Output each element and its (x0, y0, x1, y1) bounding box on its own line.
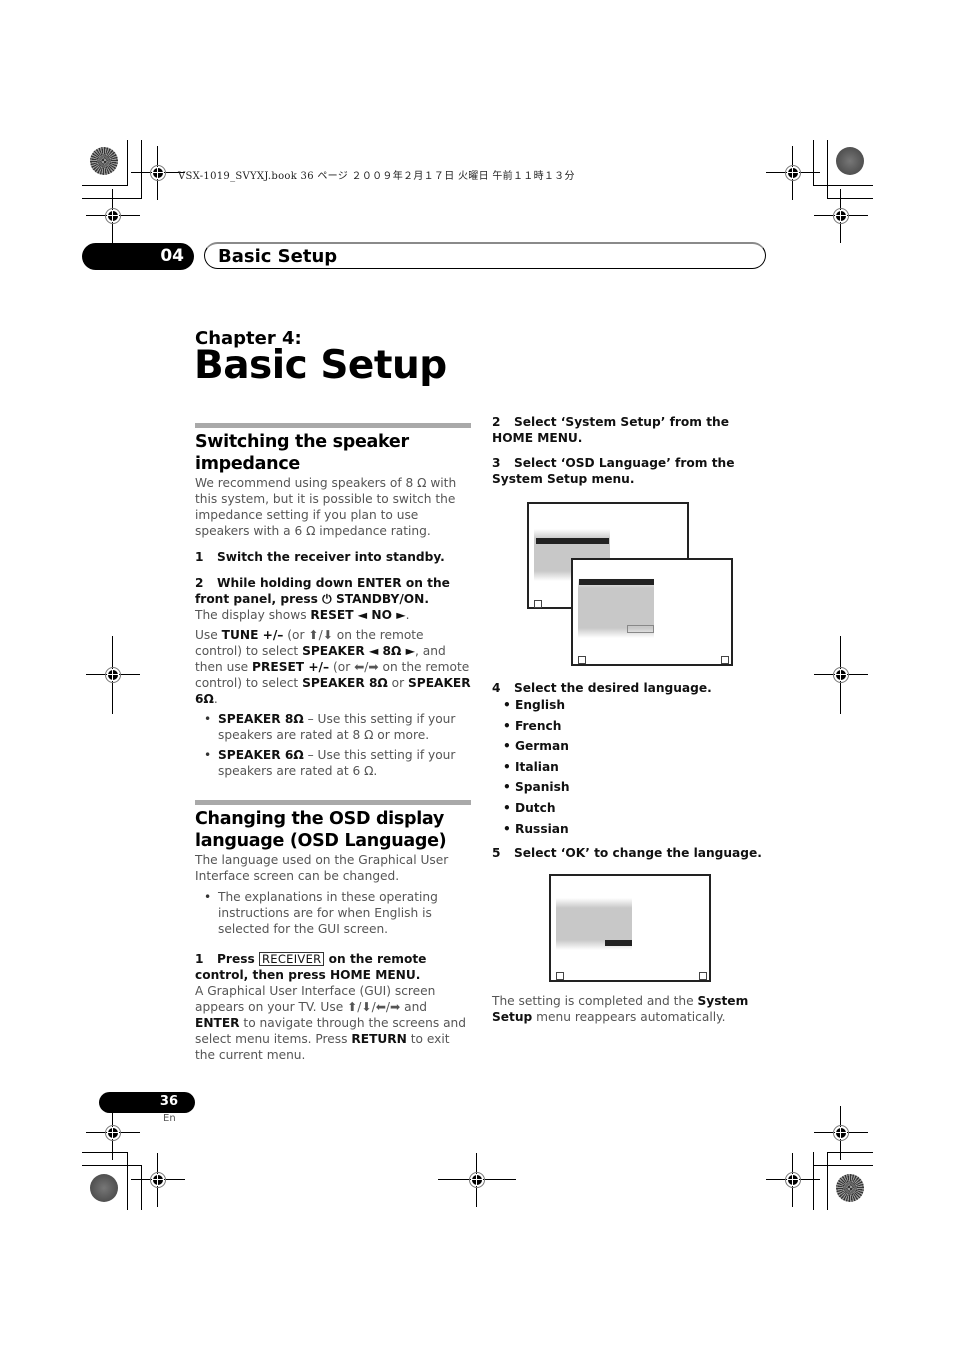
return-icon (699, 972, 707, 980)
crop-mark (141, 140, 142, 199)
registration-mark-icon (86, 636, 140, 714)
language-steps: 4Select the desired language. English Fr… (492, 680, 768, 861)
section-heading-impedance: Switching the speaker impedance (195, 432, 409, 474)
registration-mark-icon (814, 636, 868, 714)
right-column: 2 Select ‘System Setup’ from the HOME MEN… (492, 414, 768, 487)
bullet-speaker-6: SPEAKER 6Ω – Use this setting if your sp… (195, 747, 471, 779)
bullet-speaker-8: SPEAKER 8Ω – Use this setting if your sp… (195, 711, 471, 743)
page-language: En (163, 1113, 176, 1124)
registration-mark-icon (86, 189, 140, 243)
color-target-icon (836, 1174, 864, 1202)
section-heading-osd: Changing the OSD display language (OSD L… (195, 809, 447, 851)
registration-mark-icon (766, 1153, 820, 1207)
crop-mark (813, 1165, 873, 1166)
speaker-select-instructions: Use TUNE +/– (or ⬆/⬇ on the remote contr… (195, 628, 471, 706)
color-target-icon (90, 1174, 118, 1202)
chapter-number-tab: 04 (82, 243, 194, 270)
osd-step-5: 5 Select ‘OK’ to change the language. (492, 846, 762, 861)
crop-mark (82, 1165, 142, 1166)
crop-mark (141, 1165, 142, 1210)
crop-mark (82, 185, 128, 186)
language-selection-bar (579, 579, 654, 585)
gui-screen-osd-language-illustration (571, 558, 733, 666)
ok-button-outline (627, 625, 654, 633)
impedance-intro: We recommend using speakers of 8 Ω with … (195, 476, 457, 538)
osd-step-3: 3 Select ‘OSD Language’ from the System S… (492, 456, 735, 486)
left-column: Switching the speaker impedance We recom… (195, 423, 471, 1063)
registration-mark-icon (814, 189, 868, 243)
registration-mark-icon (766, 146, 820, 200)
crop-mark (127, 140, 128, 186)
osd-step-4: 4 Select the desired language. (492, 681, 712, 695)
registration-mark-icon (814, 1106, 868, 1160)
crop-mark (827, 1152, 828, 1210)
osd-note: The explanations in these operating inst… (195, 889, 471, 937)
return-icon (721, 656, 729, 664)
completion-text: The setting is completed and the System … (492, 994, 749, 1024)
gui-screen-confirm-illustration (549, 874, 711, 982)
crop-mark (827, 1152, 873, 1153)
running-header: Basic Setup (204, 242, 766, 269)
display-shows-text: The display shows RESET ◄ NO ►. (195, 608, 410, 622)
running-header-title: Basic Setup (218, 246, 338, 267)
crop-mark (82, 1152, 128, 1153)
osd-step-1-body: A Graphical User Interface (GUI) screen … (195, 984, 466, 1062)
home-icon (556, 972, 564, 980)
ok-highlight-bar (605, 940, 632, 946)
language-item: French (492, 718, 768, 739)
language-item: Dutch (492, 800, 768, 821)
osd-step-2: 2 Select ‘System Setup’ from the HOME MEN… (492, 415, 729, 445)
impedance-step-2: 2 While holding down ENTER on the front p… (195, 576, 450, 606)
print-slug: VSX-1019_SVYXJ.book 36 ページ ２００９年２月１７日 火曜… (178, 171, 575, 182)
crop-mark (127, 1152, 128, 1210)
registration-mark-icon (131, 1153, 185, 1207)
color-target-icon (836, 147, 864, 175)
receiver-key-label: RECEIVER (258, 952, 325, 966)
crop-mark (827, 198, 873, 199)
registration-mark-icon (438, 1153, 516, 1207)
language-item: English (492, 697, 768, 718)
chapter-number: 04 (160, 246, 184, 266)
section-rule (195, 800, 471, 805)
osd-step-1: 1 Press RECEIVER on the remote control, t… (195, 952, 427, 982)
section-rule (195, 423, 471, 428)
osd-intro: The language used on the Graphical User … (195, 853, 449, 883)
page-number-tab: 36 (99, 1092, 195, 1113)
page-title: Basic Setup (194, 343, 447, 388)
crop-mark (813, 1152, 814, 1210)
language-item: Russian (492, 821, 768, 842)
home-icon (534, 600, 542, 608)
crop-mark (827, 140, 828, 199)
language-item: Spanish (492, 779, 768, 800)
language-list: English French German Italian Spanish Du… (492, 697, 768, 841)
crop-mark (813, 185, 873, 186)
registration-mark-icon (86, 1106, 140, 1160)
language-item: German (492, 738, 768, 759)
registration-mark-icon (131, 146, 185, 200)
impedance-step-1: 1 Switch the receiver into standby. (195, 550, 445, 564)
color-target-icon (90, 147, 118, 175)
menu-highlight-bar (536, 538, 609, 544)
crop-mark (813, 140, 814, 186)
home-icon (578, 656, 586, 664)
language-item: Italian (492, 759, 768, 780)
page-number: 36 (159, 1094, 178, 1109)
